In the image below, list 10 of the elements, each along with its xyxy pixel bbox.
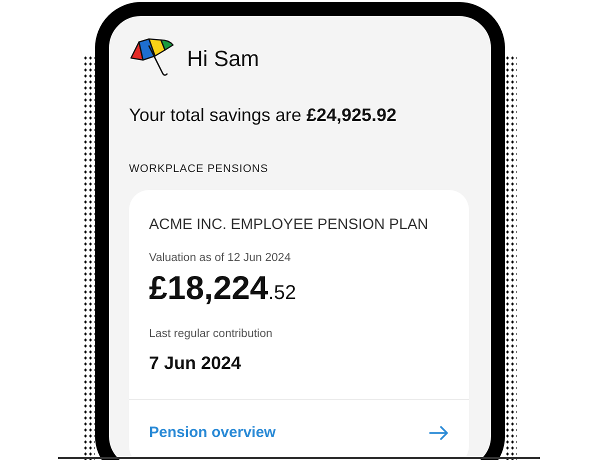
contribution-date: 7 Jun 2024	[149, 352, 242, 374]
valuation-label: Valuation as of 12 Jun 2024	[149, 251, 292, 266]
total-savings-text: Your total savings are £24,925.92	[129, 104, 398, 127]
greeting-heading: Hi Sam	[187, 44, 260, 72]
contribution-label: Last regular contribution	[149, 327, 274, 342]
arrow-right-icon[interactable]	[429, 426, 449, 440]
pension-overview-link[interactable]: Pension overview	[149, 422, 276, 444]
valuation-amount: £18,224.52	[149, 271, 298, 304]
plan-name: ACME INC. EMPLOYEE PENSION PLAN	[149, 214, 430, 234]
section-heading: WORKPLACE PENSIONS	[129, 162, 270, 177]
